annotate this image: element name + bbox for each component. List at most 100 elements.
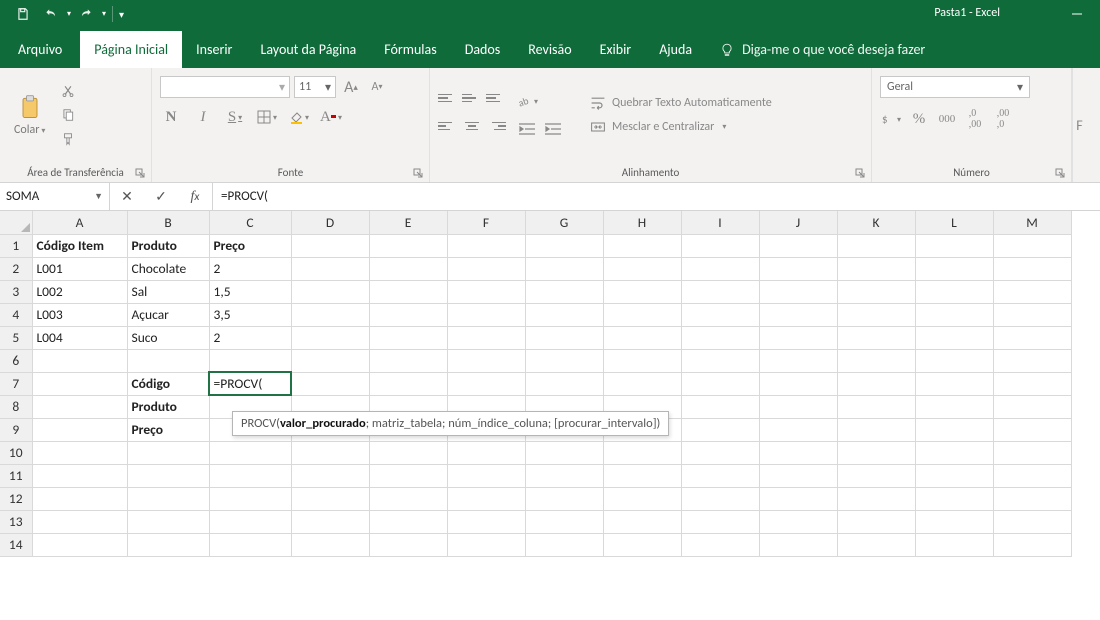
cell-M7[interactable] <box>993 372 1071 395</box>
cell-K14[interactable] <box>837 533 915 556</box>
underline-button[interactable]: S <box>224 106 246 128</box>
cell-L14[interactable] <box>915 533 993 556</box>
cell-F11[interactable] <box>447 464 525 487</box>
col-header[interactable]: D <box>291 211 369 234</box>
cell-H12[interactable] <box>603 487 681 510</box>
col-header[interactable]: B <box>127 211 209 234</box>
tab-help[interactable]: Ajuda <box>645 31 706 68</box>
cell-K7[interactable] <box>837 372 915 395</box>
cell-L11[interactable] <box>915 464 993 487</box>
row-header[interactable]: 14 <box>0 533 32 556</box>
cell-D11[interactable] <box>291 464 369 487</box>
col-header[interactable]: J <box>759 211 837 234</box>
cell-G7[interactable] <box>525 372 603 395</box>
cell-E2[interactable] <box>369 257 447 280</box>
col-header[interactable]: A <box>32 211 127 234</box>
cell-L6[interactable] <box>915 349 993 372</box>
cell-F2[interactable] <box>447 257 525 280</box>
col-header[interactable]: H <box>603 211 681 234</box>
cell-A14[interactable] <box>32 533 127 556</box>
cell-E12[interactable] <box>369 487 447 510</box>
italic-button[interactable]: I <box>192 106 214 128</box>
tab-file[interactable]: Arquivo <box>0 31 80 68</box>
tell-me[interactable]: Diga-me o que você deseja fazer <box>706 41 939 68</box>
cell-I2[interactable] <box>681 257 759 280</box>
tab-data[interactable]: Dados <box>451 31 515 68</box>
tab-review[interactable]: Revisão <box>514 31 585 68</box>
row-header[interactable]: 2 <box>0 257 32 280</box>
accounting-format-icon[interactable]: $ <box>880 108 902 130</box>
cell-J7[interactable] <box>759 372 837 395</box>
cell-E13[interactable] <box>369 510 447 533</box>
cell-M8[interactable] <box>993 395 1071 418</box>
merge-center-button[interactable]: Mesclar e Centralizar <box>590 119 772 135</box>
cell-H13[interactable] <box>603 510 681 533</box>
cell-I10[interactable] <box>681 441 759 464</box>
cell-D4[interactable] <box>291 303 369 326</box>
cell-G2[interactable] <box>525 257 603 280</box>
cell-B9[interactable]: Preço <box>127 418 209 441</box>
cell-K13[interactable] <box>837 510 915 533</box>
cell-H5[interactable] <box>603 326 681 349</box>
cell-H2[interactable] <box>603 257 681 280</box>
cell-H14[interactable] <box>603 533 681 556</box>
cell-K12[interactable] <box>837 487 915 510</box>
col-header[interactable]: L <box>915 211 993 234</box>
cell-E6[interactable] <box>369 349 447 372</box>
cell-A13[interactable] <box>32 510 127 533</box>
cell-E5[interactable] <box>369 326 447 349</box>
cell-E10[interactable] <box>369 441 447 464</box>
cell-D6[interactable] <box>291 349 369 372</box>
cell-M10[interactable] <box>993 441 1071 464</box>
tab-page-layout[interactable]: Layout da Página <box>246 31 370 68</box>
cell-M5[interactable] <box>993 326 1071 349</box>
redo-icon[interactable] <box>73 3 99 25</box>
col-header[interactable]: E <box>369 211 447 234</box>
cell-K10[interactable] <box>837 441 915 464</box>
cell-E1[interactable] <box>369 234 447 257</box>
decrease-decimal-icon[interactable]: ,00,0 <box>992 108 1014 130</box>
cell-I5[interactable] <box>681 326 759 349</box>
align-right-icon[interactable] <box>486 118 506 134</box>
cell-C5[interactable]: 2 <box>209 326 291 349</box>
col-header[interactable]: K <box>837 211 915 234</box>
cell-I1[interactable] <box>681 234 759 257</box>
row-header[interactable]: 5 <box>0 326 32 349</box>
cell-K3[interactable] <box>837 280 915 303</box>
minimize-button[interactable] <box>1054 0 1100 28</box>
cell-L13[interactable] <box>915 510 993 533</box>
borders-icon[interactable] <box>256 106 278 128</box>
grow-font-icon[interactable]: A▴ <box>340 76 362 98</box>
cell-A10[interactable] <box>32 441 127 464</box>
align-top-icon[interactable] <box>438 90 458 106</box>
fill-color-icon[interactable] <box>288 106 310 128</box>
cell-M11[interactable] <box>993 464 1071 487</box>
cell-C1[interactable]: Preço <box>209 234 291 257</box>
cut-icon[interactable] <box>57 81 79 101</box>
row-header[interactable]: 11 <box>0 464 32 487</box>
cell-C10[interactable] <box>209 441 291 464</box>
cell-K9[interactable] <box>837 418 915 441</box>
worksheet-grid[interactable]: A B C D E F G H I J K L M 1Código ItemPr… <box>0 211 1100 557</box>
cell-F7[interactable] <box>447 372 525 395</box>
cell-A11[interactable] <box>32 464 127 487</box>
tab-formulas[interactable]: Fórmulas <box>370 31 450 68</box>
cell-L12[interactable] <box>915 487 993 510</box>
cell-F13[interactable] <box>447 510 525 533</box>
cell-B5[interactable]: Suco <box>127 326 209 349</box>
cell-A2[interactable]: L001 <box>32 257 127 280</box>
cell-B7[interactable]: Código <box>127 372 209 395</box>
tab-view[interactable]: Exibir <box>586 31 646 68</box>
wrap-text-button[interactable]: Quebrar Texto Automaticamente <box>590 95 772 111</box>
align-center-icon[interactable] <box>462 118 482 134</box>
row-header[interactable]: 7 <box>0 372 32 395</box>
bold-button[interactable]: N <box>160 106 182 128</box>
cell-C4[interactable]: 3,5 <box>209 303 291 326</box>
cell-J8[interactable] <box>759 395 837 418</box>
cell-A7[interactable] <box>32 372 127 395</box>
cell-D1[interactable] <box>291 234 369 257</box>
cell-A5[interactable]: L004 <box>32 326 127 349</box>
cell-D12[interactable] <box>291 487 369 510</box>
select-all-corner[interactable] <box>0 211 32 234</box>
cell-C11[interactable] <box>209 464 291 487</box>
